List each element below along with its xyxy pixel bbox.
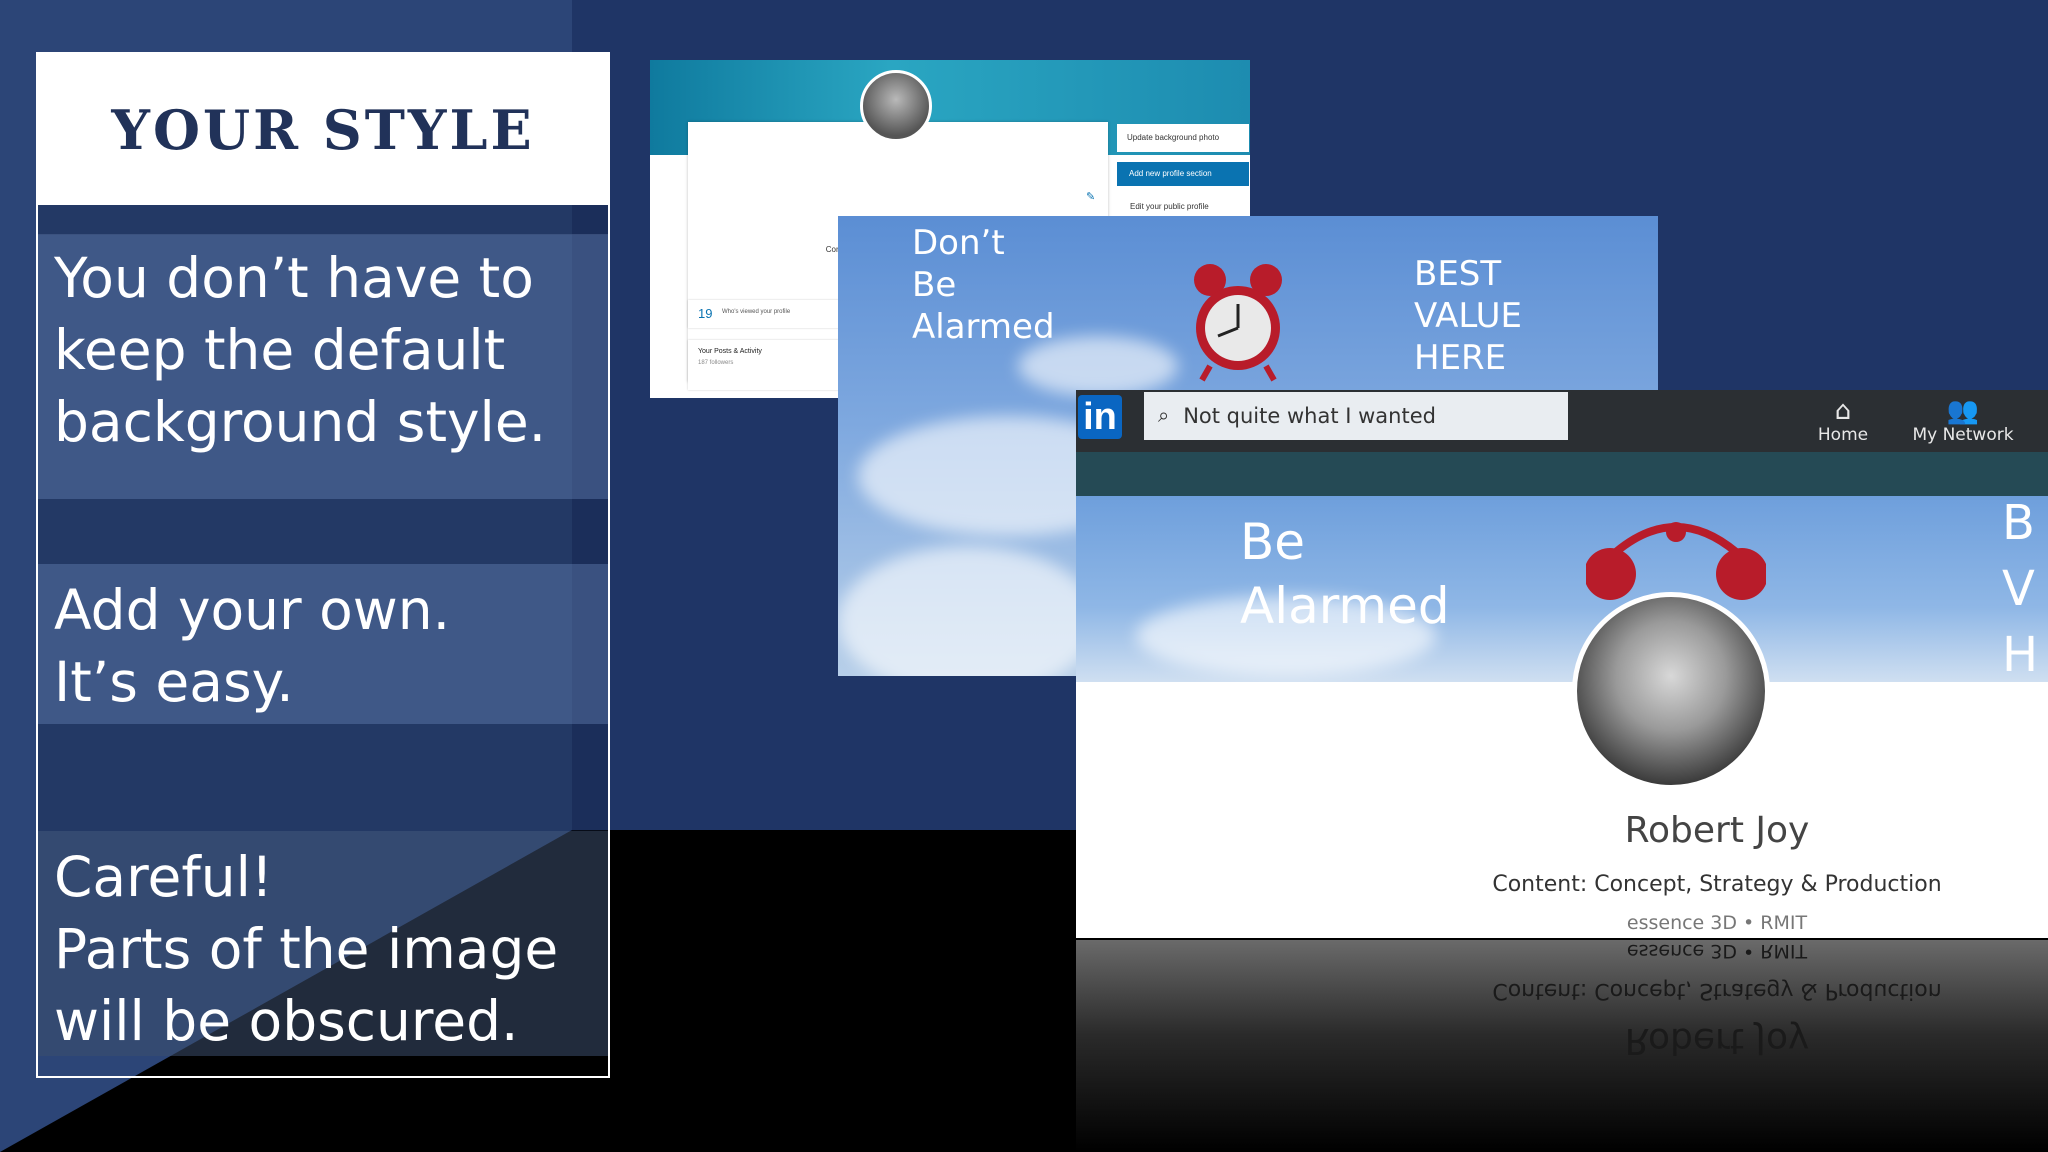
nav-my-network[interactable]: 👥 My Network [1898, 390, 2028, 452]
panel-title: YOUR STYLE [111, 97, 535, 162]
cover-line: Don’t [912, 223, 1005, 263]
divider [38, 205, 608, 235]
profile-education: essence 3D • RMIT [1626, 912, 1808, 934]
tip-add-own: Add your own. It’s easy. [38, 564, 608, 724]
reflected-headline: Content: Concept, Strategy & Production [1492, 978, 1942, 1003]
nav-home[interactable]: ⌂ Home [1798, 390, 1888, 452]
divider [38, 499, 608, 564]
nav-home-label: Home [1817, 425, 1869, 445]
profile-name: Robert Joy [1624, 810, 1810, 851]
profile-reflection: essence 3D • RMIT Content: Concept, Stra… [1076, 940, 2048, 1152]
update-background-label: Update background photo [1127, 133, 1220, 142]
add-profile-section-button[interactable]: Add new profile section [1117, 162, 1249, 186]
tip-line: You don’t have to [54, 246, 534, 310]
search-bar[interactable]: ⌕ [1144, 392, 1568, 440]
tip-default-style: You don’t have to keep the default backg… [38, 234, 608, 499]
cover-line: HERE [1414, 338, 1507, 378]
linkedin-logo[interactable]: in [1078, 395, 1122, 439]
home-icon: ⌂ [1834, 396, 1852, 426]
cloud [838, 546, 1098, 676]
cover-letter: B [2002, 496, 2035, 551]
cover-letter: H [2002, 627, 2039, 682]
style-panel: YOUR STYLE You don’t have to keep the de… [36, 52, 610, 1078]
avatar [860, 70, 932, 142]
cover-line: VALUE [1414, 296, 1522, 336]
views-label: Who's viewed your profile [722, 309, 791, 315]
tip-line: background style. [54, 390, 547, 454]
tip-line: will be obscured. [54, 989, 519, 1053]
update-background-button[interactable]: Update background photo [1117, 124, 1249, 152]
cover-text-right-cut: B V H [2002, 496, 2038, 682]
cover-line: BEST [1414, 254, 1502, 294]
views-count: 19 [698, 306, 713, 321]
cover-text-right: BEST VALUE HERE [1414, 253, 1522, 379]
posts-label: Your Posts & Activity [698, 348, 762, 355]
reflected-edu: essence 3D • RMIT [1626, 940, 1808, 962]
linkedin-navbar: in ⌕ ⌂ Home 👥 My Network [1076, 390, 2048, 452]
profile-top-bar [1076, 452, 2048, 496]
pencil-icon[interactable]: ✎ [1086, 190, 1095, 203]
divider [38, 724, 608, 831]
nav-my-network-label: My Network [1912, 425, 2014, 445]
profile-headline: Content: Concept, Strategy & Production [1492, 872, 1942, 897]
tip-line: Add your own. [54, 578, 451, 642]
tip-careful: Careful! Parts of the image will be obsc… [38, 831, 608, 1056]
tip-line: It’s easy. [54, 650, 294, 714]
panel-header: YOUR STYLE [38, 54, 608, 205]
cover-line: Alarmed [1240, 577, 1450, 635]
cover-line: Alarmed [912, 307, 1055, 347]
cover-letter: V [2002, 561, 2035, 617]
edit-public-profile-link[interactable]: Edit your public profile [1130, 202, 1209, 211]
tip-line: keep the default [54, 318, 506, 382]
profile-photo[interactable] [1572, 592, 1770, 790]
followers-count: 187 followers [698, 360, 734, 366]
search-input[interactable] [1181, 403, 1546, 429]
cover-line: Be [912, 265, 957, 305]
reflected-name: Robert Joy [1624, 1020, 1810, 1061]
tip-line: Careful! [54, 845, 273, 909]
tip-line: Parts of the image [54, 917, 559, 981]
cover-text-left: Don’t Be Alarmed [912, 222, 1055, 348]
alarm-clock-icon [1194, 264, 1282, 382]
cover-text: Be Alarmed [1240, 510, 1450, 638]
search-icon: ⌕ [1158, 404, 1170, 427]
cover-line: Be [1240, 513, 1306, 571]
result-profile-screenshot: in ⌕ ⌂ Home 👥 My Network Be Alarmed B V … [1076, 390, 2048, 938]
profile-cover: Be Alarmed B V H [1076, 496, 2048, 682]
my-network-icon: 👥 [1946, 396, 1980, 426]
